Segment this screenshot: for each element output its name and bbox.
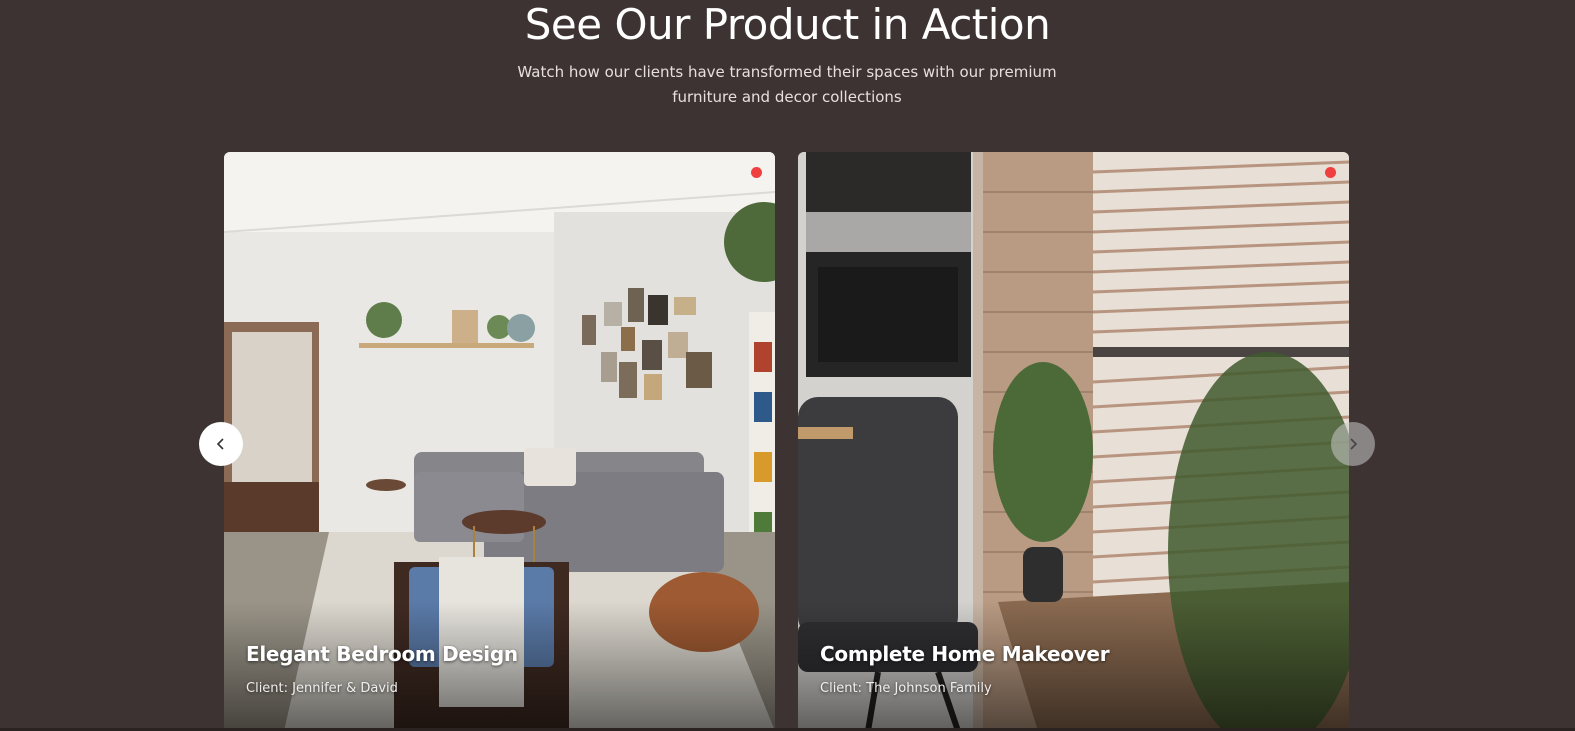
video-card-1[interactable]: Elegant Bedroom Design Client: Jennifer …	[224, 152, 775, 731]
product-in-action-section: See Our Product in Action Watch how our …	[0, 0, 1575, 731]
recording-indicator	[1325, 167, 1336, 178]
chevron-left-icon	[216, 438, 224, 450]
chevron-right-icon	[1350, 438, 1358, 450]
carousel-prev-button[interactable]	[199, 422, 243, 466]
card-gradient	[224, 601, 775, 731]
video-card-2[interactable]: Complete Home Makeover Client: The Johns…	[798, 152, 1349, 731]
card-title: Complete Home Makeover	[820, 642, 1110, 666]
card-client: Client: The Johnson Family	[820, 681, 992, 696]
carousel-next-button[interactable]	[1331, 422, 1375, 466]
card-client: Client: Jennifer & David	[246, 681, 398, 696]
card-gradient	[798, 601, 1349, 731]
card-title: Elegant Bedroom Design	[246, 642, 518, 666]
section-title: See Our Product in Action	[524, 0, 1051, 49]
recording-indicator	[751, 167, 762, 178]
section-subtitle: Watch how our clients have transformed t…	[517, 63, 1057, 106]
